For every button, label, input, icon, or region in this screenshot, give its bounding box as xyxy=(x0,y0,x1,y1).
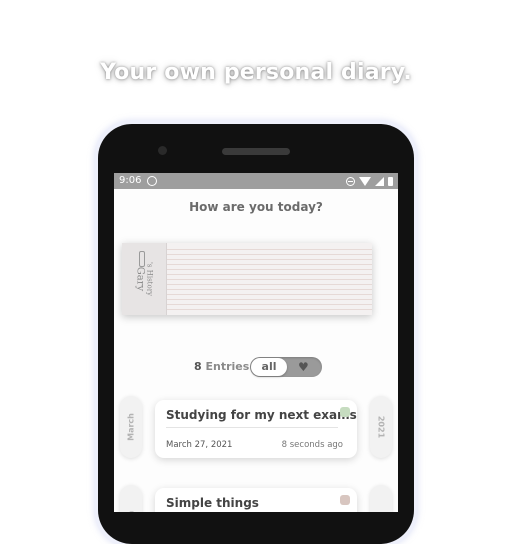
spine-name: Gary xyxy=(134,266,146,292)
entry-card[interactable]: Simple things xyxy=(155,488,357,512)
signal-icon xyxy=(375,176,384,186)
do-not-disturb-icon xyxy=(346,176,355,186)
entries-bar: 8 Entries all ♥ xyxy=(114,357,398,379)
diary-book[interactable]: 's History Gary xyxy=(122,243,372,315)
book-pages xyxy=(167,249,372,311)
entry-date: March 27, 2021 xyxy=(166,440,233,450)
mood-indicator xyxy=(340,407,350,417)
mood-indicator xyxy=(340,495,350,505)
entry-card[interactable]: Studying for my next exams March 27, 202… xyxy=(155,400,357,458)
filter-all-button[interactable]: all xyxy=(251,358,287,376)
earpiece-speaker xyxy=(222,148,290,155)
sync-icon xyxy=(147,176,157,186)
year-tab[interactable]: 2 xyxy=(370,485,392,512)
wifi-icon xyxy=(359,177,371,186)
spine-text: 's History Gary xyxy=(135,262,154,296)
front-camera xyxy=(158,146,167,155)
battery-icon xyxy=(388,176,393,186)
spine-subtitle: 's History xyxy=(145,261,154,297)
entries-label: 8 Entries xyxy=(194,360,249,373)
filter-toggle[interactable]: all ♥ xyxy=(250,357,322,377)
month-tab[interactable]: March xyxy=(120,396,142,458)
status-time: 9:06 xyxy=(119,175,142,186)
entry-title: Simple things xyxy=(166,496,259,510)
tagline: Your own personal diary. xyxy=(100,60,412,85)
heart-icon[interactable]: ♥ xyxy=(298,357,309,377)
month-tab-label: March xyxy=(126,413,136,441)
year-tab[interactable]: 2021 xyxy=(370,396,392,458)
mood-question: How are you today? xyxy=(189,200,323,214)
status-icons xyxy=(346,173,393,189)
entry-title: Studying for my next exams xyxy=(166,408,357,422)
status-bar: 9:06 xyxy=(114,173,398,189)
entry-relative-time: 8 seconds ago xyxy=(281,440,343,450)
month-tab[interactable]: ch xyxy=(120,485,142,512)
year-tab-label: 2021 xyxy=(376,415,386,439)
app-screen: 9:06 How are you today? 's History Gary … xyxy=(114,173,398,512)
entries-text: Entries xyxy=(205,360,250,373)
book-spine: 's History Gary xyxy=(122,243,167,315)
title-divider xyxy=(166,427,338,428)
entries-count: 8 xyxy=(194,360,202,373)
